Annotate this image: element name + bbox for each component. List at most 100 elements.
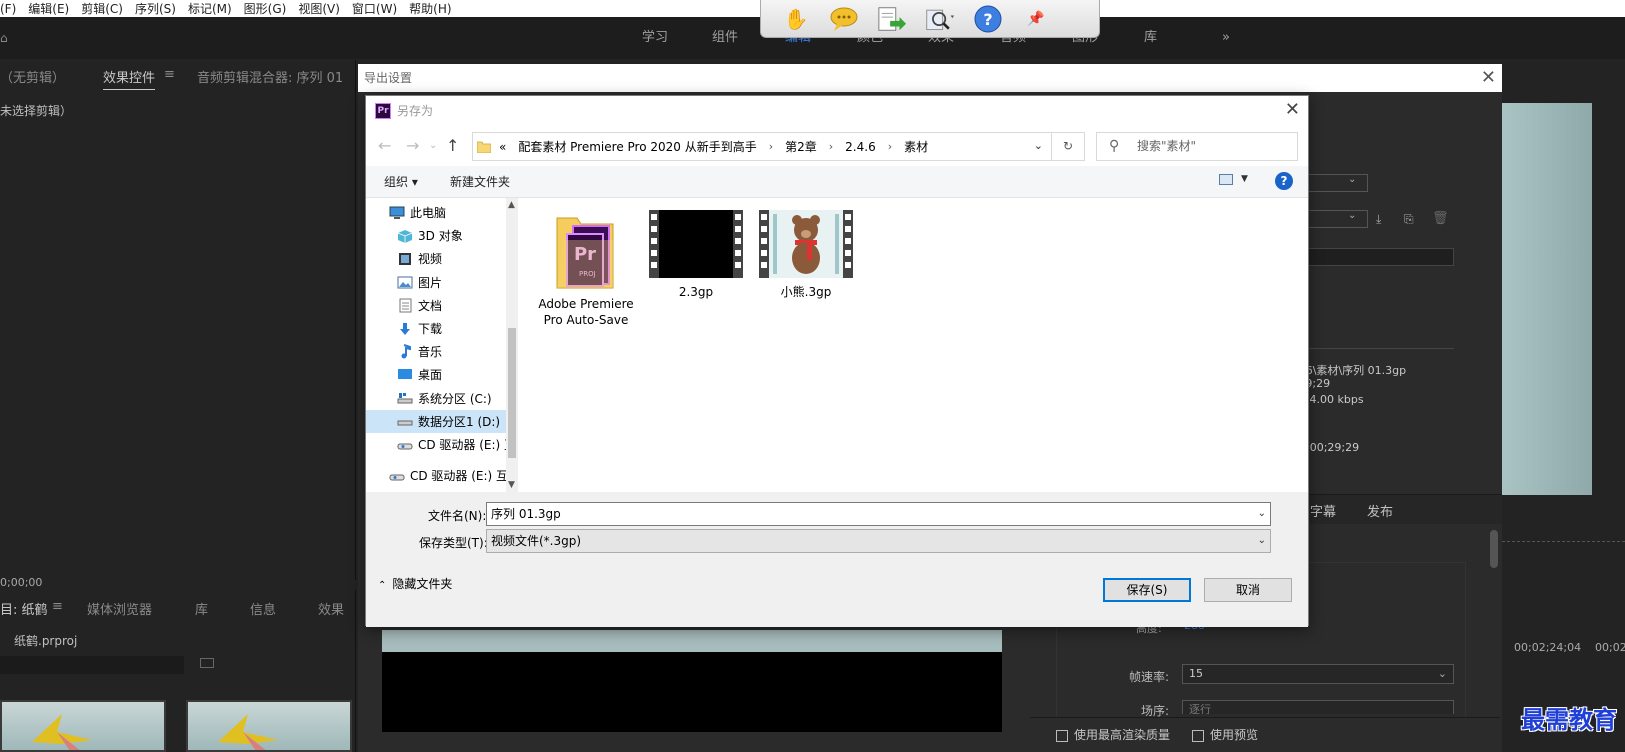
- tab-captions[interactable]: 字幕: [1310, 501, 1336, 520]
- breadcrumb-item[interactable]: 配套素材 Premiere Pro 2020 从新手到高手: [512, 138, 762, 155]
- nav-tree-item[interactable]: 图片: [366, 271, 506, 294]
- nav-scrollbar[interactable]: ▲ ▼: [506, 198, 518, 492]
- use-previews-checkbox[interactable]: 使用预览: [1192, 726, 1258, 743]
- nav-tree-item[interactable]: 下载: [366, 317, 506, 340]
- nav-tree-item[interactable]: 3D 对象: [366, 224, 506, 247]
- export-icon[interactable]: [877, 4, 907, 34]
- menu-item[interactable]: 剪辑(C): [75, 0, 129, 17]
- nav-tree-item[interactable]: 数据分区1 (D:): [366, 409, 506, 433]
- scroll-up-icon[interactable]: ▲: [508, 200, 515, 210]
- workspace-more-button[interactable]: »: [1222, 17, 1230, 59]
- field-order-dropdown[interactable]: 逐行: [1182, 700, 1454, 714]
- close-icon[interactable]: ✕: [1285, 99, 1300, 120]
- nav-tree-item[interactable]: CD 驱动器 (E:) 互: [366, 433, 506, 456]
- chevron-right-icon[interactable]: ›: [882, 140, 898, 153]
- pin-icon[interactable]: 📌: [1021, 4, 1051, 34]
- hide-folders-toggle[interactable]: ⌃ 隐藏文件夹: [378, 575, 452, 592]
- import-preset-icon[interactable]: ⎘: [1404, 212, 1414, 227]
- search-input[interactable]: ⚲ 搜索"素材": [1096, 132, 1298, 161]
- chevron-down-icon[interactable]: ⌄: [1034, 139, 1043, 152]
- address-bar[interactable]: « 配套素材 Premiere Pro 2020 从新手到高手 › 第2章 › 2.…: [472, 132, 1052, 161]
- cancel-button[interactable]: 取消: [1204, 578, 1292, 602]
- file-item-folder[interactable]: Pr PROJ Adobe Premiere Pro Auto-Save: [536, 208, 636, 328]
- tab-publish[interactable]: 发布: [1367, 501, 1393, 520]
- hand-icon[interactable]: ✋: [781, 4, 811, 34]
- filetype-select[interactable]: 视频文件(*.3gp) ⌄: [486, 529, 1271, 553]
- tab-info[interactable]: 信息: [250, 599, 276, 618]
- render-options-bar: 使用最高渲染质量 使用预览: [1030, 717, 1500, 752]
- max-render-quality-checkbox[interactable]: 使用最高渲染质量: [1056, 726, 1170, 743]
- workspace-tab-libraries[interactable]: 库: [1144, 17, 1157, 59]
- nav-tree-item[interactable]: 视频: [366, 247, 506, 270]
- clip-thumbnail[interactable]: [0, 700, 166, 752]
- tab-menu-icon[interactable]: ≡: [164, 67, 175, 82]
- delete-preset-icon[interactable]: 🗑: [1432, 211, 1449, 226]
- preview-letterbox: [382, 652, 1002, 732]
- bin-icon[interactable]: [200, 658, 214, 668]
- pictures-icon: [396, 275, 414, 289]
- nav-tree-item[interactable]: 此电脑: [366, 201, 506, 224]
- chevron-down-icon[interactable]: ⌄: [1258, 503, 1266, 525]
- view-options-icon[interactable]: [1219, 174, 1233, 185]
- cd-drive-icon: [396, 438, 414, 452]
- clip-thumbnail-2[interactable]: [186, 700, 352, 752]
- zoom-icon[interactable]: [925, 4, 955, 34]
- workspace-tab-learn[interactable]: 学习: [642, 17, 668, 59]
- checkbox-icon: [1056, 729, 1068, 742]
- menu-item[interactable]: 窗口(W): [346, 0, 403, 17]
- breadcrumb-overflow[interactable]: «: [491, 140, 512, 154]
- tab-project[interactable]: 目: 纸鹤: [0, 599, 48, 618]
- help-circle-icon[interactable]: ?: [973, 4, 1003, 34]
- workspace-tab-assembly[interactable]: 组件: [712, 17, 738, 59]
- menu-item[interactable]: 标记(M): [182, 0, 238, 17]
- organize-button[interactable]: 组织 ▾: [384, 173, 418, 190]
- nav-tree-item[interactable]: 文档: [366, 294, 506, 317]
- comment-icon[interactable]: [829, 4, 859, 34]
- menu-item[interactable]: (F): [0, 2, 22, 16]
- menu-item[interactable]: 编辑(E): [22, 0, 75, 17]
- up-arrow-icon[interactable]: ↑: [446, 136, 459, 155]
- forward-arrow-icon[interactable]: →: [406, 136, 419, 155]
- save-preset-icon[interactable]: ⤓: [1376, 212, 1381, 227]
- tab-effect-controls[interactable]: 效果控件: [103, 67, 156, 90]
- breadcrumb-item[interactable]: 2.4.6: [839, 140, 882, 154]
- nav-tree-item[interactable]: 音乐: [366, 340, 506, 363]
- close-icon[interactable]: ✕: [1481, 64, 1496, 92]
- breadcrumb-item[interactable]: 素材: [898, 138, 934, 155]
- settings-scrollbar[interactable]: [1490, 530, 1498, 568]
- tab-menu-icon-2[interactable]: ≡: [52, 599, 63, 614]
- tab-audio-clip-mixer[interactable]: 音频剪辑混合器: 序列 01: [197, 67, 343, 86]
- chevron-down-icon-2: ⌄: [1348, 210, 1357, 221]
- recent-locations-icon[interactable]: ⌄: [429, 140, 437, 151]
- file-item-video[interactable]: 2.3gp: [646, 208, 746, 300]
- menu-item[interactable]: 序列(S): [129, 0, 182, 17]
- menu-item[interactable]: 帮助(H): [403, 0, 457, 17]
- chevron-right-icon[interactable]: ›: [823, 140, 839, 153]
- nav-tree-label: CD 驱动器 (E:) 互: [410, 469, 506, 484]
- nav-tree-item[interactable]: CD 驱动器 (E:) 互: [366, 464, 506, 487]
- tab-media-browser[interactable]: 媒体浏览器: [87, 599, 152, 618]
- back-arrow-icon[interactable]: ←: [378, 136, 391, 155]
- file-item-video-bear[interactable]: 小熊.3gp: [756, 208, 856, 300]
- nav-tree-item[interactable]: 桌面: [366, 363, 506, 386]
- project-search-input[interactable]: [0, 656, 184, 674]
- nav-scroll-thumb[interactable]: [508, 328, 516, 458]
- view-dropdown-icon[interactable]: ▼: [1241, 174, 1248, 184]
- scroll-down-icon[interactable]: ▼: [508, 480, 515, 490]
- save-button[interactable]: 保存(S): [1103, 578, 1191, 602]
- tab-no-clip[interactable]: （无剪辑）: [0, 67, 65, 86]
- breadcrumb-item[interactable]: 第2章: [779, 138, 823, 155]
- chevron-down-icon[interactable]: ⌄: [1258, 530, 1266, 552]
- refresh-icon[interactable]: ↻: [1051, 132, 1085, 161]
- home-icon[interactable]: ⌂: [0, 31, 8, 45]
- nav-tree-item[interactable]: 系统分区 (C:): [366, 387, 506, 410]
- new-folder-button[interactable]: 新建文件夹: [450, 173, 510, 190]
- framerate-dropdown[interactable]: 15 ⌄: [1182, 664, 1454, 684]
- menu-item[interactable]: 图形(G): [238, 0, 293, 17]
- tab-libraries[interactable]: 库: [195, 599, 208, 618]
- help-icon[interactable]: ?: [1275, 172, 1293, 190]
- menu-item[interactable]: 视图(V): [292, 0, 346, 17]
- filename-input[interactable]: 序列 01.3gp ⌄: [486, 502, 1271, 526]
- tab-effects[interactable]: 效果: [318, 599, 344, 618]
- chevron-right-icon[interactable]: ›: [763, 140, 779, 153]
